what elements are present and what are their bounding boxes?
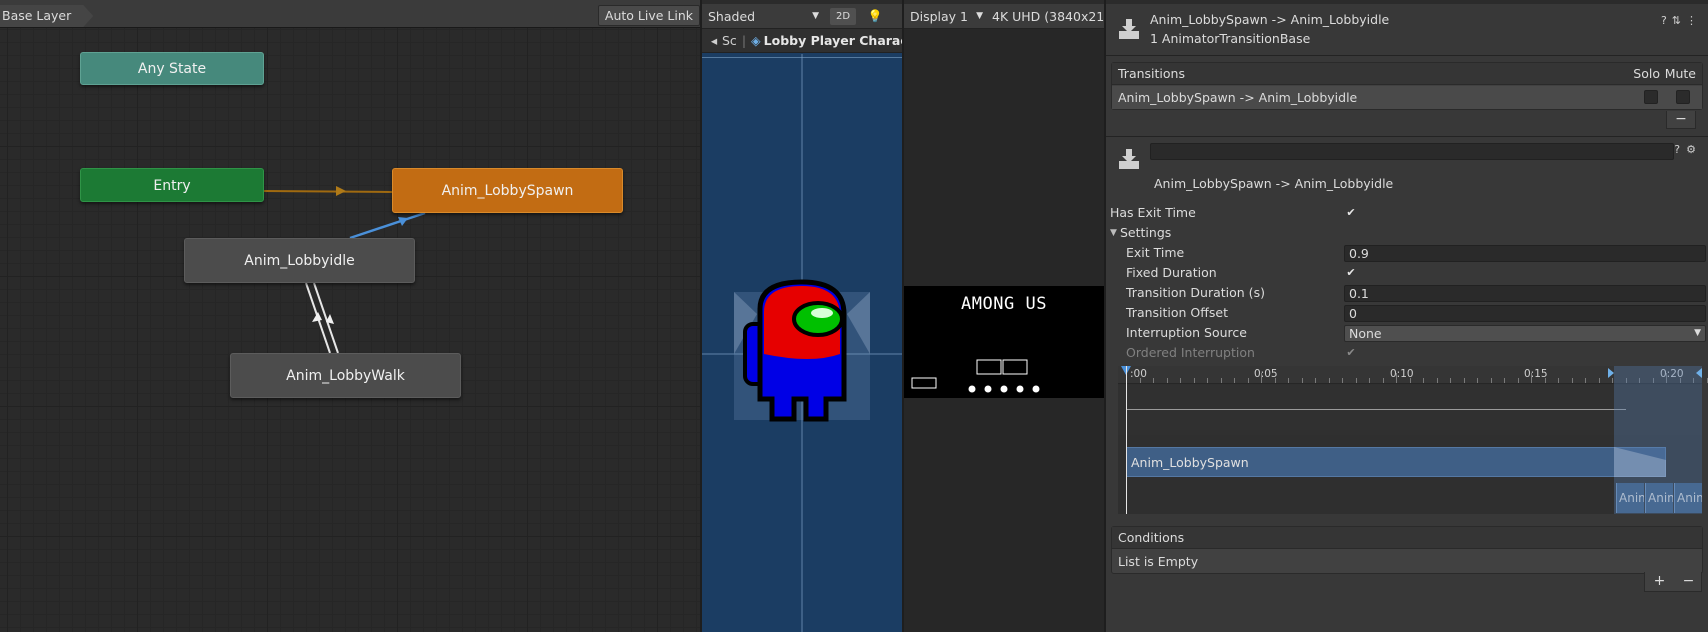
state-anim-lobby-spawn[interactable]: Anim_LobbySpawn <box>392 168 623 213</box>
game-view[interactable]: Display 1 ▼ 4K UHD (3840x2160 AMONG US <box>904 0 1104 632</box>
scene-view[interactable]: Shaded ▼ 2D 💡 ◂Sc | ◈Lobby Player Characte <box>702 0 902 632</box>
add-condition-button[interactable]: + <box>1645 572 1674 590</box>
interruption-source-dropdown[interactable]: None ▼ <box>1344 325 1706 342</box>
solo-column-label: Solo <box>1633 66 1660 81</box>
game-toolbar: Display 1 ▼ 4K UHD (3840x2160 <box>904 4 1104 29</box>
transition-list-item-label: Anim_LobbySpawn -> Anim_Lobbyidle <box>1118 90 1358 105</box>
mute-column-label: Mute <box>1664 66 1696 81</box>
exit-time-label: Exit Time <box>1126 245 1185 260</box>
crumb-scene[interactable]: Sc <box>722 33 737 48</box>
display-label: Display 1 <box>910 9 969 24</box>
game-menu-drawing <box>911 359 1040 393</box>
remove-condition-button[interactable]: − <box>1674 572 1703 590</box>
game-preview: AMONG US <box>904 286 1104 398</box>
settings-label: Settings <box>1120 225 1172 240</box>
transition-duration-row: Transition Duration (s) 0.1 <box>1106 283 1708 303</box>
layer-breadcrumb[interactable]: Base Layer <box>0 5 93 27</box>
timeline-tick <box>1706 378 1708 383</box>
transition-end-marker-icon <box>1696 368 1702 378</box>
transitions-header: Transitions Solo Mute <box>1112 63 1702 85</box>
transitions-header-label: Transitions <box>1118 66 1185 81</box>
transitions-list: Transitions Solo Mute Anim_LobbySpawn ->… <box>1111 62 1703 110</box>
conditions-list: Conditions List is Empty <box>1111 526 1703 574</box>
prefab-breadcrumb: ◂Sc | ◈Lobby Player Characte <box>702 29 902 53</box>
ordered-interruption-row: Ordered Interruption ✔ <box>1106 343 1708 363</box>
help-icon[interactable]: ? <box>1674 143 1686 156</box>
fixed-duration-checkbox[interactable]: ✔ <box>1344 266 1358 280</box>
gear-icon[interactable]: ⚙ <box>1686 143 1702 156</box>
auto-live-link-button[interactable]: Auto Live Link <box>597 5 700 26</box>
transition-duration-label: Transition Duration (s) <box>1126 285 1265 300</box>
back-arrow-icon[interactable]: ◂ <box>706 29 722 52</box>
display-dropdown[interactable]: Display 1 ▼ <box>907 7 985 26</box>
interruption-source-label: Interruption Source <box>1126 325 1247 340</box>
transition-list-item[interactable]: Anim_LobbySpawn -> Anim_Lobbyidle <box>1112 86 1702 109</box>
transition-name-field[interactable] <box>1150 143 1674 160</box>
shading-mode-label: Shaded <box>708 9 756 24</box>
ordered-interruption-label: Ordered Interruption <box>1126 345 1255 360</box>
conditions-add-remove: + − <box>1644 572 1702 592</box>
interruption-source-value: None <box>1349 326 1382 341</box>
has-exit-time-row: Has Exit Time ✔ <box>1106 203 1708 223</box>
timeline-playhead[interactable] <box>1126 366 1127 514</box>
exit-time-row: Exit Time 0.9 <box>1106 243 1708 263</box>
chevron-down-icon: ▼ <box>1694 328 1701 338</box>
scene-canvas[interactable] <box>702 54 902 632</box>
state-any-state[interactable]: Any State <box>80 52 264 85</box>
resolution-dropdown[interactable]: 4K UHD (3840x2160 <box>992 7 1104 26</box>
has-exit-time-label: Has Exit Time <box>1110 205 1196 220</box>
crewmate-icon <box>743 279 847 422</box>
section-icons: ?⚙ <box>1674 143 1702 156</box>
settings-foldout[interactable]: ▼ Settings <box>1106 223 1708 243</box>
interruption-source-row: Interruption Source None ▼ <box>1106 323 1708 343</box>
lighting-toggle-icon[interactable]: 💡 <box>866 7 884 25</box>
inspector-header: Anim_LobbySpawn -> Anim_Lobbyidle 1 Anim… <box>1106 4 1708 56</box>
2d-mode-button[interactable]: 2D <box>830 8 856 25</box>
scene-character-drawing <box>702 54 902 632</box>
chevron-down-icon: ▼ <box>812 11 819 21</box>
ordered-interruption-checkbox: ✔ <box>1346 346 1356 359</box>
help-icon[interactable]: ? <box>1661 14 1672 27</box>
remove-transition-button[interactable]: − <box>1666 111 1696 129</box>
transition-icon <box>1119 19 1139 39</box>
solo-checkbox[interactable] <box>1644 90 1658 104</box>
conditions-empty-message: List is Empty <box>1118 554 1199 569</box>
transition-section-title: Anim_LobbySpawn -> Anim_Lobbyidle <box>1154 176 1394 191</box>
animator-toolbar: Base Layer Auto Live Link <box>0 0 700 28</box>
transition-offset-row: Transition Offset 0 <box>1106 303 1708 323</box>
transition-timeline[interactable]: :00 0:05 0:10 0:15 0:20 Anim_LobbySpawn … <box>1118 366 1708 514</box>
transition-duration-field[interactable]: 0.1 <box>1344 285 1706 302</box>
shading-mode-dropdown[interactable]: Shaded ▼ <box>705 7 823 26</box>
exit-time-field[interactable]: 0.9 <box>1344 245 1706 262</box>
blend-shape <box>1121 366 1702 477</box>
transition-offset-field[interactable]: 0 <box>1344 305 1706 322</box>
prefab-cube-icon: ◈ <box>751 33 761 48</box>
fixed-duration-row: Fixed Duration ✔ <box>1106 263 1708 283</box>
crumb-prefab[interactable]: Lobby Player Characte <box>764 33 902 48</box>
state-anim-lobby-walk[interactable]: Anim_LobbyWalk <box>230 353 461 398</box>
transition-offset-label: Transition Offset <box>1126 305 1228 320</box>
inspector-panel: Anim_LobbySpawn -> Anim_Lobbyidle 1 Anim… <box>1106 0 1708 632</box>
fixed-duration-label: Fixed Duration <box>1126 265 1217 280</box>
header-icons: ?⇅⋮ <box>1661 14 1702 27</box>
transition-arrows <box>263 186 426 354</box>
state-anim-lobby-idle[interactable]: Anim_Lobbyidle <box>184 238 415 283</box>
state-entry[interactable]: Entry <box>80 168 264 202</box>
crumb-separator: | <box>741 33 747 48</box>
inspector-title: Anim_LobbySpawn -> Anim_Lobbyidle <box>1150 12 1390 27</box>
foldout-triangle-icon[interactable]: ▼ <box>1110 223 1117 243</box>
chevron-down-icon: ▼ <box>976 11 983 21</box>
more-icon[interactable]: ⋮ <box>1686 14 1702 27</box>
mute-checkbox[interactable] <box>1676 90 1690 104</box>
animator-graph[interactable]: Base Layer Auto Live Link Any State Entr… <box>0 0 700 632</box>
scene-toolbar: Shaded ▼ 2D 💡 <box>702 4 902 29</box>
conditions-header: Conditions <box>1112 527 1702 549</box>
inspector-subtitle: 1 AnimatorTransitionBase <box>1150 31 1311 46</box>
presets-icon[interactable]: ⇅ <box>1672 14 1686 27</box>
has-exit-time-checkbox[interactable]: ✔ <box>1344 206 1358 220</box>
transition-start-marker-icon <box>1608 368 1614 378</box>
transition-section-icon <box>1119 149 1139 169</box>
